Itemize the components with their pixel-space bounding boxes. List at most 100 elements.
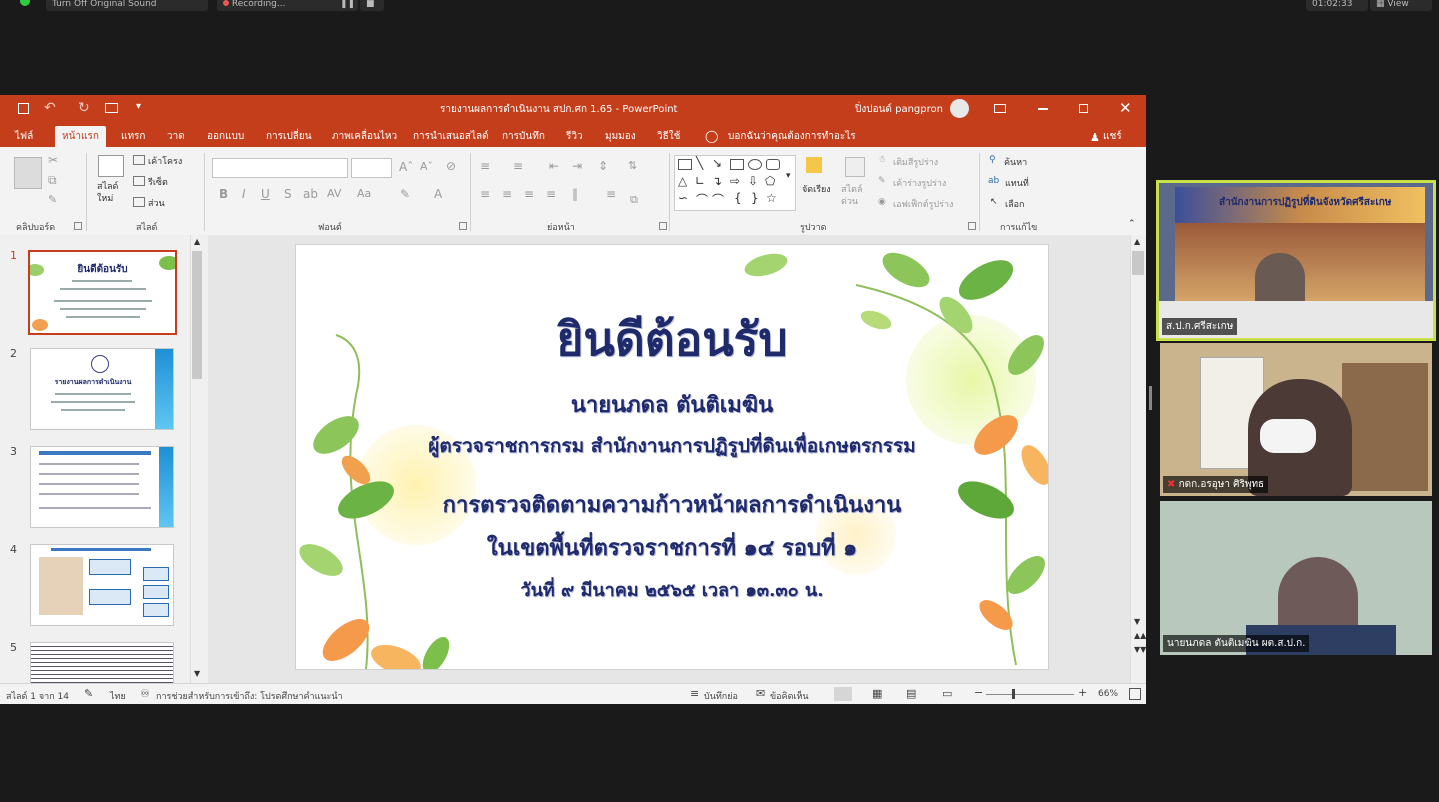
user-avatar[interactable]	[950, 99, 969, 118]
shrink-font-icon[interactable]: Aˇ	[420, 160, 433, 173]
thumbnail-slide-1[interactable]: ยินดีต้อนรับ	[28, 250, 177, 335]
align-right-icon[interactable]: ≡	[524, 187, 534, 201]
grow-font-icon[interactable]: Aˆ	[399, 160, 413, 174]
replace-button[interactable]: แทนที่	[1005, 176, 1029, 190]
original-sound-button[interactable]: Turn Off Original Sound	[46, 0, 208, 11]
columns-icon[interactable]: ‖	[572, 187, 578, 201]
paste-icon[interactable]	[14, 157, 42, 189]
previous-slide-icon[interactable]: ▲▲	[1134, 631, 1146, 640]
line-spacing-icon[interactable]: ⇕	[598, 159, 608, 173]
clear-format-icon[interactable]: ⊘	[446, 159, 456, 173]
freeform-shape-icon[interactable]: ∽	[678, 191, 688, 205]
numbering-icon[interactable]: ≡	[513, 159, 523, 173]
next-slide-icon[interactable]: ▼▼	[1134, 645, 1146, 654]
tab-draw[interactable]: วาด	[160, 126, 192, 147]
font-color-icon[interactable]: A	[434, 187, 442, 201]
line-shape-icon[interactable]: ╲	[696, 156, 703, 170]
collapse-ribbon-icon[interactable]: ⌃	[1128, 219, 1136, 229]
paragraph-launcher-icon[interactable]	[659, 222, 667, 230]
curve-shape-icon[interactable]: ⌒	[696, 191, 708, 208]
thumbnail-slide-4[interactable]	[30, 544, 174, 626]
align-center-icon[interactable]: ≡	[502, 187, 512, 201]
notes-button[interactable]: บันทึกย่อ	[704, 689, 738, 703]
arrow-shape-icon[interactable]: ↘	[712, 156, 722, 170]
smartart-icon[interactable]: ⧉	[630, 193, 638, 207]
align-left-icon[interactable]: ≡	[480, 187, 490, 201]
zoom-in-icon[interactable]: +	[1078, 686, 1087, 699]
redo-icon[interactable]: ↻	[78, 100, 90, 116]
undo-icon[interactable]: ↶	[44, 100, 56, 116]
change-case-icon[interactable]: Aa	[357, 187, 371, 200]
reading-view-icon[interactable]: ▤	[906, 687, 916, 700]
close-icon[interactable]: ✕	[1119, 99, 1132, 117]
highlight-icon[interactable]: ✎	[400, 187, 410, 201]
bullets-icon[interactable]: ≡	[480, 159, 490, 173]
find-button[interactable]: ค้นหา	[1004, 155, 1027, 169]
participant-video-1[interactable]: สำนักงานการปฏิรูปที่ดินจังหวัดศรีสะเกษ ส…	[1156, 180, 1436, 341]
tab-animations[interactable]: ภาพเคลื่อนไหว	[325, 126, 404, 147]
decrease-indent-icon[interactable]: ⇤	[549, 159, 559, 173]
slideshow-view-icon[interactable]: ▭	[942, 687, 952, 700]
down-arrow-shape-icon[interactable]: ⇩	[748, 174, 758, 188]
participant-video-2[interactable]: ✖ กดก.อรอุษา ศิริพุทธ	[1160, 343, 1432, 496]
ribbon-display-icon[interactable]	[994, 104, 1006, 113]
reset-button[interactable]: รีเซ็ต	[148, 175, 168, 189]
right-arrow-shape-icon[interactable]: ⇨	[730, 174, 740, 188]
select-button[interactable]: เลือก	[1005, 197, 1024, 211]
cut-icon[interactable]: ✂	[48, 153, 58, 167]
connector-shape-icon[interactable]: ∟	[695, 174, 705, 188]
left-brace-shape-icon[interactable]: {	[734, 191, 742, 205]
section-button[interactable]: ส่วน	[148, 196, 165, 210]
drawing-launcher-icon[interactable]	[968, 222, 976, 230]
right-brace-shape-icon[interactable]: }	[751, 191, 759, 205]
shapes-more-icon[interactable]: ▾	[786, 171, 791, 181]
recording-indicator[interactable]: Recording...	[217, 0, 341, 11]
pentagon-shape-icon[interactable]: ⬠	[765, 174, 775, 188]
stop-record-button[interactable]: ■	[360, 0, 384, 11]
char-spacing-icon[interactable]: AV	[327, 187, 341, 200]
justify-icon[interactable]: ≡	[546, 187, 556, 201]
clipboard-launcher-icon[interactable]	[74, 222, 82, 230]
italic-icon[interactable]: I	[242, 187, 246, 201]
strike-icon[interactable]: S	[284, 187, 292, 201]
font-launcher-icon[interactable]	[459, 222, 467, 230]
oval-shape-icon[interactable]	[748, 159, 762, 170]
textbox-shape-icon[interactable]	[678, 159, 692, 170]
tab-help[interactable]: วิธีใช้	[650, 126, 687, 147]
rounded-rect-shape-icon[interactable]	[766, 159, 780, 170]
tab-record[interactable]: การบันทึก	[495, 126, 552, 147]
align-text-icon[interactable]: ≡	[606, 187, 616, 201]
scroll-up-icon[interactable]: ▲	[1134, 237, 1140, 246]
zoom-level[interactable]: 66%	[1098, 689, 1118, 699]
fit-to-window-icon[interactable]	[1129, 688, 1141, 700]
scroll-down-icon[interactable]: ▼	[1134, 617, 1140, 626]
shape-outline-button[interactable]: เค้าร่างรูปร่าง	[893, 176, 946, 190]
restore-icon[interactable]	[1079, 104, 1088, 113]
save-icon[interactable]	[18, 103, 29, 114]
thumbnail-scroll-thumb[interactable]	[192, 251, 202, 379]
thumbnail-slide-5[interactable]	[30, 642, 174, 685]
elbow-shape-icon[interactable]: ↴	[712, 174, 722, 188]
increase-indent-icon[interactable]: ⇥	[572, 159, 582, 173]
normal-view-icon[interactable]	[834, 687, 852, 701]
editor-scroll-thumb[interactable]	[1132, 251, 1144, 275]
font-size-dropdown[interactable]	[351, 158, 392, 178]
new-slide-icon[interactable]	[98, 155, 124, 177]
thumbnail-slide-3[interactable]	[30, 446, 174, 528]
slide-sorter-icon[interactable]: ▦	[872, 687, 882, 700]
shape-effects-button[interactable]: เอฟเฟ็กต์รูปร่าง	[893, 197, 953, 211]
tab-view[interactable]: มุมมอง	[598, 126, 643, 147]
spelling-icon[interactable]: ✎	[84, 687, 93, 700]
zoom-slider-thumb[interactable]	[1012, 689, 1015, 699]
scroll-up-icon[interactable]: ▲	[194, 237, 200, 246]
text-direction-icon[interactable]: ⇅	[628, 159, 637, 172]
triangle-shape-icon[interactable]: △	[678, 174, 687, 188]
gallery-drag-handle[interactable]	[1149, 386, 1152, 410]
view-button[interactable]: ▦ View	[1370, 0, 1432, 11]
tell-me-search[interactable]: บอกฉันว่าคุณต้องการทำอะไร	[721, 126, 863, 147]
scroll-down-icon[interactable]: ▼	[194, 669, 200, 678]
new-slide-button[interactable]: สไลด์ ใหม่	[97, 181, 127, 205]
user-name[interactable]: ปิ่งปอนด์ pangpron	[855, 102, 943, 117]
language-indicator[interactable]: ไทย	[110, 689, 126, 703]
underline-icon[interactable]: U	[261, 187, 270, 201]
